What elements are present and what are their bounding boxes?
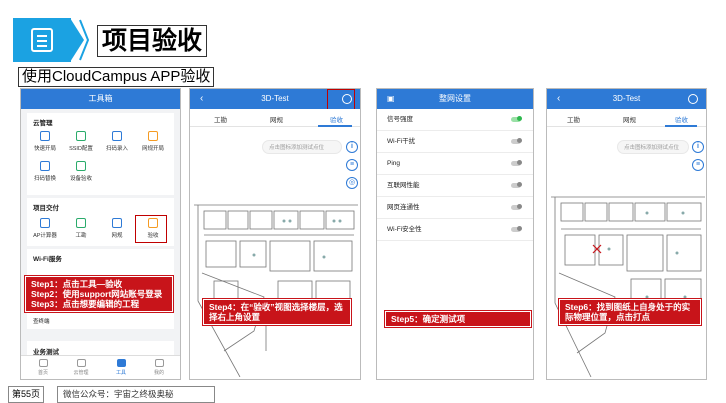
bottom-tabbar: 首页 云管理 工具 我的	[21, 355, 180, 379]
close-icon[interactable]: ▣	[387, 89, 395, 109]
tool-ap-calculator[interactable]: AP计算器	[29, 218, 61, 239]
project-section-title: 项目交付	[33, 205, 59, 212]
step1-3-callout: Step1：点击工具—验收 Step2：使用support网站账号登录 Step…	[25, 276, 173, 312]
phone-network-settings: ▣ 整网设置 信号强度 Wi-Fi干扰 Ping 互联网性能 网页连通性 Wi-…	[376, 88, 534, 380]
tool-network-plan-2[interactable]: 网规	[101, 218, 133, 239]
tab-acceptance[interactable]: 验收	[675, 114, 688, 124]
ssid-icon	[76, 131, 86, 141]
floor-title: 3D-Test	[261, 94, 289, 103]
ping-toggle[interactable]	[511, 160, 522, 166]
tool-scan-input[interactable]: 扫码录入	[101, 131, 133, 152]
tab-network-plan[interactable]: 网规	[270, 114, 283, 124]
step6-callout: Step6：找到图纸上自身处于的实际物理位置，点击打点	[559, 299, 701, 325]
tool-quick-start[interactable]: 快速开局	[29, 131, 61, 152]
layers-icon[interactable]: ≡	[692, 159, 704, 171]
setting-internet-performance[interactable]: 互联网性能	[377, 175, 533, 197]
active-tab-indicator	[318, 125, 352, 127]
cloud-card: 云管理 快速开局 SSID配置 扫码录入 网规开局 扫码替换 设备验收	[27, 113, 174, 195]
wifi-interference-toggle[interactable]	[511, 138, 522, 144]
add-point-hint: 点击图标添加测试点位	[262, 140, 342, 154]
tool-ssid[interactable]: SSID配置	[65, 131, 97, 152]
tab-me[interactable]: 我的	[141, 359, 177, 376]
wifi-card: Wi-Fi服务	[27, 249, 174, 275]
acceptance-highlight	[135, 215, 167, 243]
tab-survey[interactable]: 工勘	[567, 114, 580, 124]
floor-subtabs: 工勘 网规 验收	[190, 109, 360, 127]
info-icon[interactable]: i	[346, 141, 358, 153]
floor-plan[interactable]	[194, 201, 358, 377]
phone-3d-test-floor: ‹ 3D-Test 工勘 网规 验收 点击图标添加测试点位 i ≡ ◎ Step…	[189, 88, 361, 380]
page-number: 第55页	[8, 386, 45, 403]
info-icon[interactable]: i	[692, 141, 704, 153]
wifi-security-toggle[interactable]	[511, 226, 522, 232]
tool-device-accept[interactable]: 设备验收	[65, 161, 97, 182]
tab-survey[interactable]: 工勘	[214, 114, 227, 124]
document-icon	[31, 28, 53, 52]
active-tab-indicator	[665, 125, 697, 127]
cloud-section-title: 云管理	[33, 120, 53, 127]
extra-item: 查终端	[33, 319, 50, 325]
settings-title: 整网设置	[439, 94, 471, 103]
point-title: 3D-Test	[612, 94, 641, 103]
test-point-marker	[592, 244, 602, 254]
wechat-account: 微信公众号：宇宙之终极奥秘	[57, 386, 215, 403]
tab-cloud[interactable]: 云管理	[63, 359, 99, 376]
network-plan-icon	[112, 218, 122, 228]
add-point-hint: 点击图标添加测试点位	[617, 140, 689, 154]
wifi-section-title: Wi-Fi服务	[33, 256, 62, 263]
web-connectivity-toggle[interactable]	[511, 204, 522, 210]
toolbox-topbar: 工具箱	[21, 89, 180, 109]
setting-signal-strength[interactable]: 信号强度	[377, 109, 533, 131]
layers-icon[interactable]: ≡	[346, 159, 358, 171]
signal-strength-toggle[interactable]	[511, 116, 522, 122]
step4-callout: Step4：在“验收”视图选择楼层，选择右上角设置	[203, 299, 351, 325]
header-chevron-outline	[79, 19, 90, 61]
tab-acceptance[interactable]: 验收	[330, 114, 343, 124]
settings-topbar: ▣ 整网设置	[377, 89, 533, 109]
quick-start-icon	[40, 131, 50, 141]
survey-icon	[76, 218, 86, 228]
tool-scan-replace[interactable]: 扫码替换	[29, 161, 61, 182]
tool-survey[interactable]: 工勘	[65, 218, 97, 239]
back-icon[interactable]: ‹	[557, 89, 560, 109]
setting-web-connectivity[interactable]: 网页连通性	[377, 197, 533, 219]
ap-calculator-icon	[40, 218, 50, 228]
slide: 项目验收 使用CloudCampus APP验收 工具箱 云管理 快速开局 SS…	[0, 0, 726, 403]
user-icon	[154, 359, 164, 367]
setting-ping[interactable]: Ping	[377, 153, 533, 175]
tool-network-plan[interactable]: 网规开局	[137, 131, 169, 152]
network-plan-icon	[148, 131, 158, 141]
point-topbar: ‹ 3D-Test	[547, 89, 706, 109]
scan-replace-icon	[40, 161, 50, 171]
floor-plan[interactable]	[551, 193, 705, 377]
home-icon	[38, 359, 48, 367]
toolbox-title: 工具箱	[88, 94, 113, 103]
back-icon[interactable]: ‹	[200, 89, 203, 109]
page-subtitle: 使用CloudCampus APP验收	[18, 67, 215, 87]
setting-wifi-security[interactable]: Wi-Fi安全性	[377, 219, 533, 241]
locate-icon[interactable]: ◎	[346, 177, 358, 189]
internet-performance-toggle[interactable]	[511, 182, 522, 188]
settings-gear-icon[interactable]	[688, 94, 698, 104]
scan-input-icon	[112, 131, 122, 141]
phone-toolbox: 工具箱 云管理 快速开局 SSID配置 扫码录入 网规开局 扫码替换 设备验收 …	[20, 88, 181, 380]
setting-wifi-interference[interactable]: Wi-Fi干扰	[377, 131, 533, 153]
tab-tools[interactable]: 工具	[103, 359, 139, 376]
point-subtabs: 工勘 网规 验收	[547, 109, 706, 127]
phone-3d-test-point: ‹ 3D-Test 工勘 网规 验收 点击图标添加测试点位 i ≡ Step6：…	[546, 88, 707, 380]
cloud-icon	[76, 359, 86, 367]
document-icon-badge	[13, 18, 71, 62]
device-accept-icon	[76, 161, 86, 171]
tools-icon	[116, 359, 126, 367]
tab-network-plan[interactable]: 网规	[623, 114, 636, 124]
tab-home[interactable]: 首页	[25, 359, 61, 376]
page-title: 项目验收	[97, 25, 208, 57]
step5-callout: Step5：确定测试项	[385, 311, 531, 327]
extra-card[interactable]: 查终端	[27, 311, 174, 329]
